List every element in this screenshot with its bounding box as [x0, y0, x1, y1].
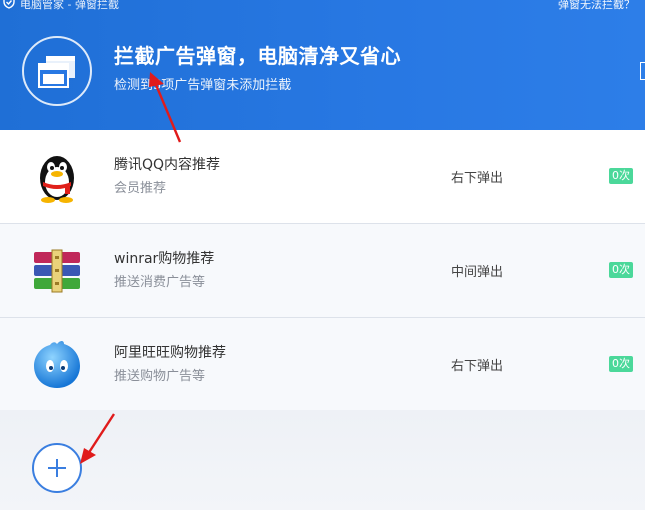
- title-bar: 电脑管家 - 弹窗拦截 弹窗无法拦截？: [0, 0, 645, 12]
- collapse-handle[interactable]: [640, 62, 645, 80]
- item-desc: 会员推荐: [114, 181, 167, 196]
- count-badge: 0次: [609, 168, 633, 184]
- header-banner: 电脑管家 - 弹窗拦截 弹窗无法拦截？ 拦截广告弹窗，电脑清净又省心 检测到3项…: [0, 0, 645, 130]
- winrar-books-icon: [34, 249, 80, 293]
- item-position: 右下弹出: [451, 359, 504, 374]
- detection-summary: 检测到3项广告弹窗未添加拦截: [114, 78, 292, 93]
- item-position: 右下弹出: [451, 171, 504, 186]
- count-badge: 0次: [609, 262, 633, 278]
- aliwangwang-icon: [34, 341, 80, 388]
- shield-icon: [3, 0, 15, 9]
- help-link[interactable]: 弹窗无法拦截？: [558, 0, 635, 12]
- list-item[interactable]: 阿里旺旺购物推荐 推送购物广告等 右下弹出 0次: [0, 318, 645, 412]
- window-title: 电脑管家 - 弹窗拦截: [20, 0, 119, 11]
- count-badge: 0次: [609, 356, 633, 372]
- add-popup-button[interactable]: [32, 443, 82, 493]
- item-name: 阿里旺旺购物推荐: [114, 345, 226, 361]
- item-position: 中间弹出: [451, 265, 504, 280]
- list-item[interactable]: winrar购物推荐 推送消费广告等 中间弹出 0次: [0, 224, 645, 318]
- qq-penguin-icon: [40, 156, 74, 203]
- item-name: winrar购物推荐: [114, 251, 215, 267]
- popup-list: 腾讯QQ内容推荐 会员推荐 右下弹出 0次 winrar购物推荐 推送消费广告等…: [0, 130, 645, 412]
- page-title: 拦截广告弹窗，电脑清净又省心: [114, 44, 401, 68]
- plus-icon: [48, 459, 66, 477]
- list-item[interactable]: 腾讯QQ内容推荐 会员推荐 右下弹出 0次: [0, 130, 645, 224]
- item-name: 腾讯QQ内容推荐: [114, 157, 221, 173]
- footer-area: [0, 410, 645, 510]
- popup-window-icon: [22, 36, 92, 106]
- item-desc: 推送消费广告等: [114, 275, 206, 290]
- item-desc: 推送购物广告等: [114, 369, 206, 384]
